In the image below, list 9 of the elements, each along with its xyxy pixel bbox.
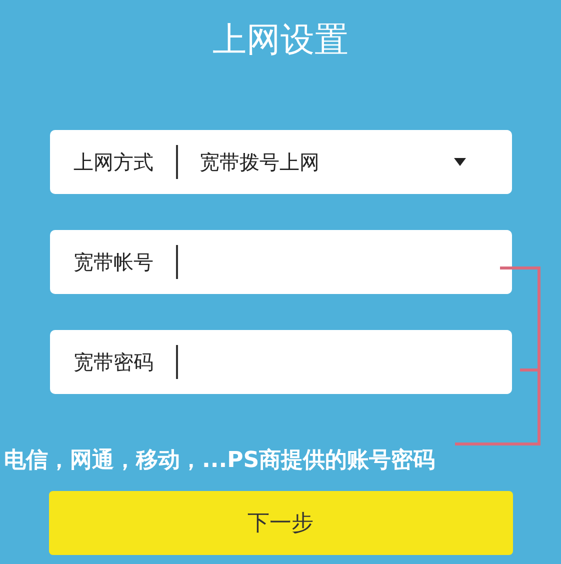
select-value: 宽带拨号上网 <box>200 149 320 176</box>
field-label: 上网方式 <box>74 149 154 176</box>
dropdown-caret-icon <box>454 158 466 166</box>
next-button[interactable]: 下一步 <box>48 491 512 555</box>
page-title: 上网设置 <box>212 19 348 62</box>
annotation-text: 电信，网通，移动，...PS商提供的账号密码 <box>4 446 436 475</box>
input-field[interactable]: 宽带帐号 <box>50 230 512 294</box>
input-field[interactable]: 宽带密码 <box>50 330 512 394</box>
connection-type-select[interactable]: 上网方式 宽带拨号上网 <box>50 130 512 194</box>
